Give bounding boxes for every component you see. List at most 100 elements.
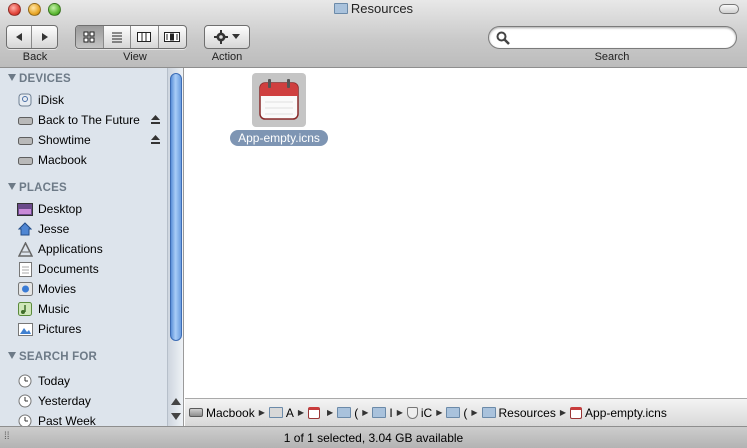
sidebar-item-back-to-the-future[interactable]: Back to The Future [17,110,167,130]
back-button[interactable] [7,26,32,48]
sidebar-item-label: Today [38,374,71,388]
file-name-label[interactable]: App-empty.icns [230,130,328,146]
path-item-label: ( [354,405,359,420]
path-item-app-empty[interactable]: App-empty.icns [570,406,667,420]
sidebar-item-documents[interactable]: Documents [17,259,167,279]
movies-icon [17,281,33,297]
folder-icon [446,407,461,418]
chevron-down-icon [232,34,240,39]
sidebar-item-jesse[interactable]: Jesse [17,219,167,239]
calendar-icon [308,406,321,419]
list-view-icon [111,32,122,43]
sidebar-item-label: Back to The Future [38,113,140,127]
sidebar-item-today[interactable]: Today [17,371,167,391]
coverflow-view-icon [164,32,181,42]
path-item-folder[interactable]: ( [446,406,467,420]
sidebar-item-label: Past Week [38,414,96,426]
search-field[interactable] [488,26,737,49]
clock-icon [17,393,33,409]
eject-icon[interactable] [150,114,161,125]
file-browser-area[interactable]: App-empty.icns [185,68,747,398]
sidebar-item-yesterday[interactable]: Yesterday [17,391,167,411]
sidebar-item-applications[interactable]: Applications [17,239,167,259]
resize-grip-icon[interactable]: ⁞⁞ [4,431,10,442]
icon-view-icon [83,31,95,43]
places-header[interactable]: PLACES [8,182,67,194]
sidebar-item-past-week[interactable]: Past Week [17,411,167,426]
toolbar: Resources Back View Action Search [0,0,747,68]
action-label: Action [211,51,243,63]
clock-icon [17,373,33,389]
file-icon-selection [252,73,306,127]
path-item-app[interactable] [308,406,323,419]
column-view-button[interactable] [131,26,159,48]
path-separator-icon: ▶ [327,408,334,417]
sidebar-item-label: Jesse [38,222,70,236]
calendar-icon [570,406,583,419]
scroll-up-arrow-icon[interactable] [171,398,181,405]
sidebar-item-label: Documents [38,262,99,276]
path-item-label: Resources [498,405,556,420]
clock-icon [17,413,33,426]
search-for-header[interactable]: SEARCH FOR [8,351,97,363]
path-item-applications[interactable]: A [268,405,294,420]
list-view-button[interactable] [104,26,131,48]
path-item-macbook[interactable]: Macbook [189,406,255,420]
sidebar-item-showtime[interactable]: Showtime [17,130,167,150]
devices-header[interactable]: DEVICES [8,73,71,85]
back-forward-group [6,25,58,49]
sidebar-item-label: iDisk [38,93,64,107]
eject-icon[interactable] [150,134,161,145]
path-item-label: iC [420,405,433,420]
sidebar-item-macbook[interactable]: Macbook [17,150,167,170]
folder-icon [337,407,352,418]
path-item-ic[interactable]: iC [406,405,433,420]
pictures-icon [17,321,33,337]
action-button[interactable] [204,25,250,49]
scroll-down-arrow-icon[interactable] [171,413,181,420]
coverflow-view-button[interactable] [159,26,186,48]
home-icon [17,221,33,237]
path-item-label: App-empty.icns [585,405,667,420]
sidebar-item-movies[interactable]: Movies [17,279,167,299]
applications-icon [17,241,33,257]
scrollbar-thumb[interactable] [170,73,182,341]
sidebar-item-label: Pictures [38,322,82,336]
file-item[interactable]: App-empty.icns [221,73,337,146]
path-item-label: A [285,405,294,420]
path-separator-icon: ▶ [559,408,567,417]
calendar-file-icon [259,79,299,120]
drive-icon [17,152,33,168]
back-arrow-icon [16,33,22,41]
sidebar-scrollbar[interactable] [167,68,183,426]
path-item-label: I [389,405,393,420]
status-bar: ⁞⁞ 1 of 1 selected, 3.04 GB available [0,426,747,448]
sidebar-item-label: Music [38,302,70,316]
disclosure-triangle-icon [8,183,16,190]
folder-icon [372,407,387,418]
path-item-resources[interactable]: Resources [481,405,556,420]
sidebar-item-label: Desktop [38,202,83,216]
window-title: Resources [0,1,747,16]
path-separator-icon: ▶ [396,408,403,417]
icon-view-button[interactable] [76,26,104,48]
sidebar-item-desktop[interactable]: Desktop [17,199,167,219]
path-separator-icon: ▶ [471,408,478,417]
search-input[interactable] [513,30,723,46]
desktop-icon [17,201,33,217]
forward-button[interactable] [32,26,57,48]
applications-folder-icon [268,407,283,418]
sidebar-item-label: Macbook [38,153,87,167]
view-label: View [123,51,147,63]
path-item-folder[interactable]: I [372,405,393,420]
shield-icon [406,406,418,419]
search-label: Search [594,51,630,63]
toolbar-toggle-button[interactable] [719,4,739,14]
sidebar-item-label: Yesterday [38,394,91,408]
path-item-folder[interactable]: ( [337,406,358,420]
sidebar-item-pictures[interactable]: Pictures [17,319,167,339]
sidebar-item-music[interactable]: Music [17,299,167,319]
sidebar-item-idisk[interactable]: iDisk [17,90,167,110]
drive-icon [189,408,203,417]
drive-icon [17,132,33,148]
